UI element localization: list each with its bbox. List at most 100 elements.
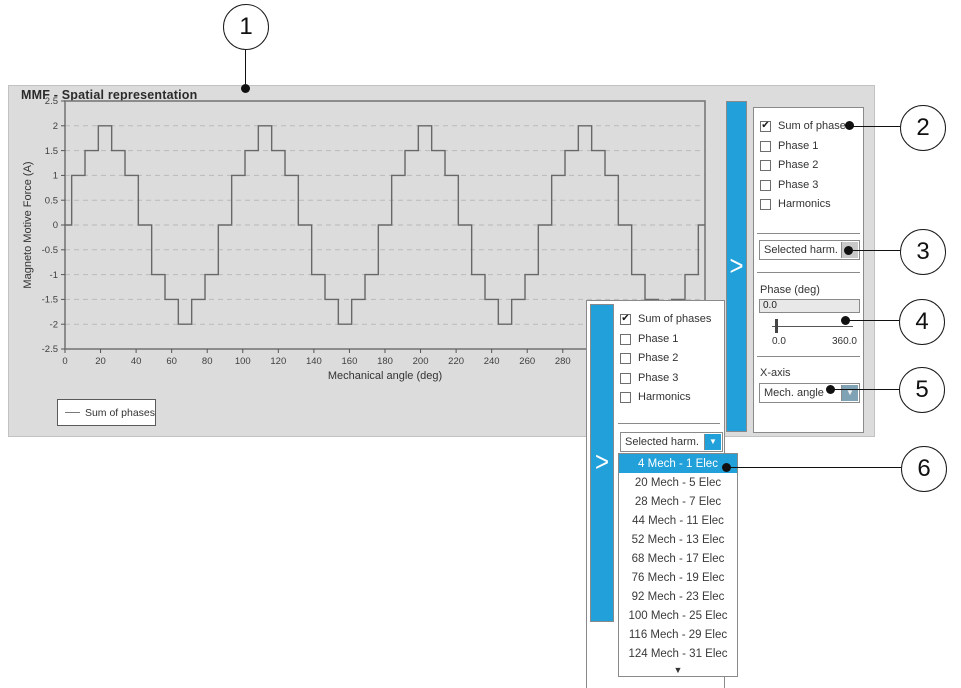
selected-harmonics-dropdown-open[interactable]: Selected harm. ▼ bbox=[620, 432, 723, 452]
phase-input[interactable]: 0.0 bbox=[759, 299, 860, 313]
plot-options-panel: ✔ Sum of phases Phase 1 Phase 2 Phase 3 … bbox=[753, 107, 864, 433]
callout-6: 6 bbox=[901, 446, 947, 492]
checkbox-box[interactable] bbox=[760, 199, 771, 210]
divider bbox=[757, 233, 860, 234]
checkbox-label: Phase 2 bbox=[638, 352, 678, 364]
checkbox-phase-1[interactable]: Phase 1 bbox=[760, 138, 818, 154]
svg-text:260: 260 bbox=[519, 356, 535, 367]
harmonics-list-item[interactable]: 20 Mech - 5 Elec bbox=[619, 473, 737, 492]
divider bbox=[757, 272, 860, 273]
checkbox-harmonics[interactable]: Harmonics bbox=[760, 196, 831, 212]
checkbox-box[interactable] bbox=[620, 392, 631, 403]
slider-handle[interactable] bbox=[775, 319, 778, 333]
callout-dot-4 bbox=[841, 316, 850, 325]
phase-label: Phase (deg) bbox=[760, 284, 820, 296]
chevron-right-icon: > bbox=[595, 449, 609, 477]
checkbox-phase-3[interactable]: Phase 3 bbox=[760, 177, 818, 193]
harmonics-list-item[interactable]: 52 Mech - 13 Elec bbox=[619, 530, 737, 549]
checkbox-box[interactable] bbox=[760, 141, 771, 152]
callout-number: 6 bbox=[917, 455, 930, 483]
callout-5: 5 bbox=[899, 367, 945, 413]
callout-number: 4 bbox=[915, 308, 928, 336]
svg-text:Mechanical angle (deg): Mechanical angle (deg) bbox=[328, 370, 442, 382]
checkbox-label: Harmonics bbox=[778, 198, 831, 210]
checkbox-phase-2[interactable]: Phase 2 bbox=[620, 350, 678, 366]
callout-dot-2 bbox=[845, 121, 854, 130]
slider-min-label: 0.0 bbox=[772, 336, 786, 347]
checkbox-box[interactable]: ✔ bbox=[620, 314, 631, 325]
checkbox-box[interactable] bbox=[620, 353, 631, 364]
checkbox-label: Phase 1 bbox=[778, 140, 818, 152]
legend-line-sample bbox=[65, 412, 80, 413]
xaxis-dropdown[interactable]: Mech. angle ▼ bbox=[759, 383, 860, 403]
checkbox-box[interactable]: ✔ bbox=[760, 121, 771, 132]
dropdown-button[interactable]: ▼ bbox=[841, 385, 858, 401]
svg-text:240: 240 bbox=[484, 356, 500, 367]
dropdown-button[interactable]: ▼ bbox=[704, 434, 721, 450]
svg-text:-1.5: -1.5 bbox=[42, 295, 58, 306]
page: MMF - Spatial representation -2.5-2-1.5-… bbox=[0, 0, 961, 688]
mmf-window: MMF - Spatial representation -2.5-2-1.5-… bbox=[8, 85, 875, 437]
svg-text:220: 220 bbox=[448, 356, 464, 367]
dropdown-value: Selected harm. bbox=[764, 244, 838, 256]
popup-collapse-bar[interactable]: > bbox=[590, 304, 614, 622]
checkmark-icon: ✔ bbox=[621, 314, 629, 324]
svg-text:160: 160 bbox=[342, 356, 358, 367]
checkbox-sum-of-phases[interactable]: ✔ Sum of phases bbox=[620, 311, 711, 327]
checkbox-box[interactable] bbox=[620, 334, 631, 345]
svg-text:20: 20 bbox=[95, 356, 106, 367]
callout-line-3 bbox=[849, 250, 900, 251]
chart-legend: Sum of phases bbox=[57, 399, 156, 426]
svg-text:40: 40 bbox=[131, 356, 142, 367]
panel-collapse-bar[interactable]: > bbox=[726, 101, 747, 432]
dropdown-value: Mech. angle bbox=[764, 387, 824, 399]
checkbox-box[interactable] bbox=[620, 373, 631, 384]
svg-text:80: 80 bbox=[202, 356, 213, 367]
svg-text:1.5: 1.5 bbox=[45, 146, 58, 157]
checkbox-sum-of-phases[interactable]: ✔ Sum of phases bbox=[760, 118, 851, 134]
checkbox-box[interactable] bbox=[760, 180, 771, 191]
harmonics-list-item[interactable]: 4 Mech - 1 Elec bbox=[619, 454, 737, 473]
callout-1: 1 bbox=[223, 4, 269, 50]
svg-text:Magneto Motive Force (A): Magneto Motive Force (A) bbox=[22, 161, 34, 288]
legend-label: Sum of phases bbox=[85, 407, 155, 419]
svg-text:0: 0 bbox=[53, 220, 58, 231]
harmonics-list-item[interactable]: 28 Mech - 7 Elec bbox=[619, 492, 737, 511]
harmonics-list-item[interactable]: 116 Mech - 29 Elec bbox=[619, 625, 737, 644]
harmonics-list-item[interactable]: 68 Mech - 17 Elec bbox=[619, 549, 737, 568]
callout-4: 4 bbox=[899, 299, 945, 345]
harmonics-list-item[interactable]: 124 Mech - 31 Elec bbox=[619, 644, 737, 663]
svg-text:100: 100 bbox=[235, 356, 251, 367]
callout-line-1 bbox=[245, 50, 246, 84]
callout-number: 2 bbox=[916, 114, 929, 142]
svg-text:200: 200 bbox=[413, 356, 429, 367]
harmonics-list-item[interactable]: 100 Mech - 25 Elec bbox=[619, 606, 737, 625]
checkbox-phase-2[interactable]: Phase 2 bbox=[760, 157, 818, 173]
svg-text:-1: -1 bbox=[50, 270, 58, 281]
checkbox-phase-3[interactable]: Phase 3 bbox=[620, 370, 678, 386]
harmonics-list-item[interactable]: 92 Mech - 23 Elec bbox=[619, 587, 737, 606]
slider-track[interactable] bbox=[772, 326, 853, 327]
checkbox-harmonics[interactable]: Harmonics bbox=[620, 389, 691, 405]
callout-line-4 bbox=[846, 320, 899, 321]
svg-text:0: 0 bbox=[62, 356, 67, 367]
callout-number: 5 bbox=[915, 376, 928, 404]
callout-dot-6 bbox=[722, 463, 731, 472]
callout-2: 2 bbox=[900, 105, 946, 151]
checkbox-label: Phase 3 bbox=[638, 372, 678, 384]
checkbox-label: Phase 2 bbox=[778, 159, 818, 171]
svg-text:-0.5: -0.5 bbox=[42, 245, 58, 256]
divider bbox=[757, 356, 860, 357]
checkbox-label: Phase 3 bbox=[778, 179, 818, 191]
checkbox-phase-1[interactable]: Phase 1 bbox=[620, 331, 678, 347]
harmonics-list-item[interactable]: 44 Mech - 11 Elec bbox=[619, 511, 737, 530]
checkbox-label: Sum of phases bbox=[778, 120, 851, 132]
chevron-down-icon: ▼ bbox=[709, 438, 717, 446]
harmonics-dropdown-list: 4 Mech - 1 Elec20 Mech - 5 Elec28 Mech -… bbox=[618, 453, 738, 677]
checkbox-box[interactable] bbox=[760, 160, 771, 171]
checkmark-icon: ✔ bbox=[761, 121, 769, 131]
scroll-down-icon[interactable]: ▼ bbox=[619, 663, 737, 676]
harmonics-list-item[interactable]: 76 Mech - 19 Elec bbox=[619, 568, 737, 587]
divider bbox=[618, 423, 720, 424]
xaxis-label: X-axis bbox=[760, 367, 791, 379]
